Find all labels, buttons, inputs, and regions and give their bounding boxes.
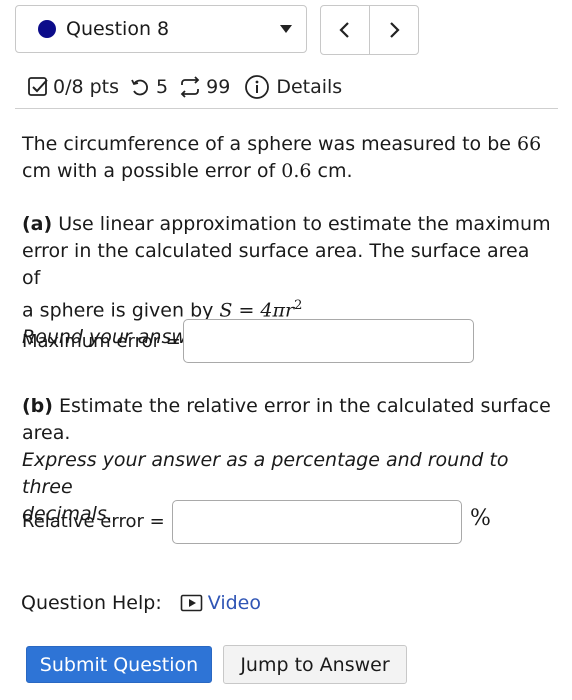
formula-exponent: 2 [294,298,303,313]
question-status-dot [38,20,56,38]
part-b-label: (b) [22,395,53,417]
question-selector[interactable]: Question 8 [15,5,307,53]
header-divider [15,108,558,109]
question-help-label: Question Help: [21,592,162,614]
dropdown-caret-icon [280,25,292,33]
video-icon [180,594,204,612]
next-question-button[interactable] [369,6,418,54]
percent-unit: % [470,506,491,531]
circumference-value: 66 [517,133,542,155]
part-b-instruction-1: Express your answer as a percentage and … [22,449,509,498]
relative-error-input[interactable] [172,500,462,544]
submissions-count: 99 [206,76,231,98]
points-text: 0/8 pts [53,76,120,98]
question-intro: The circumference of a sphere was measur… [22,133,542,182]
video-link[interactable]: Video [208,592,261,614]
details-link[interactable]: Details [276,76,342,98]
submit-question-button[interactable]: Submit Question [26,646,212,683]
chevron-left-icon [339,22,349,38]
maximum-error-input[interactable] [183,319,474,363]
maximum-error-label: Maximum error = [22,331,181,352]
error-value: 0.6 [281,160,312,182]
previous-question-button[interactable] [321,6,369,54]
retry-icon [129,76,151,98]
chevron-right-icon [390,22,400,38]
submissions-icon [178,76,202,98]
question-nav-group [320,5,419,55]
question-meta-bar: 0/8 pts 5 99 Details [27,72,342,102]
question-selector-label: Question 8 [66,18,170,40]
part-a-label: (a) [22,213,53,235]
checkbox-icon [27,76,49,98]
jump-to-answer-button[interactable]: Jump to Answer [223,645,407,684]
info-icon[interactable] [244,74,270,100]
question-help: Question Help: Video [21,592,261,614]
relative-error-label: Relative error = [22,511,165,532]
retries-count: 5 [156,76,169,98]
